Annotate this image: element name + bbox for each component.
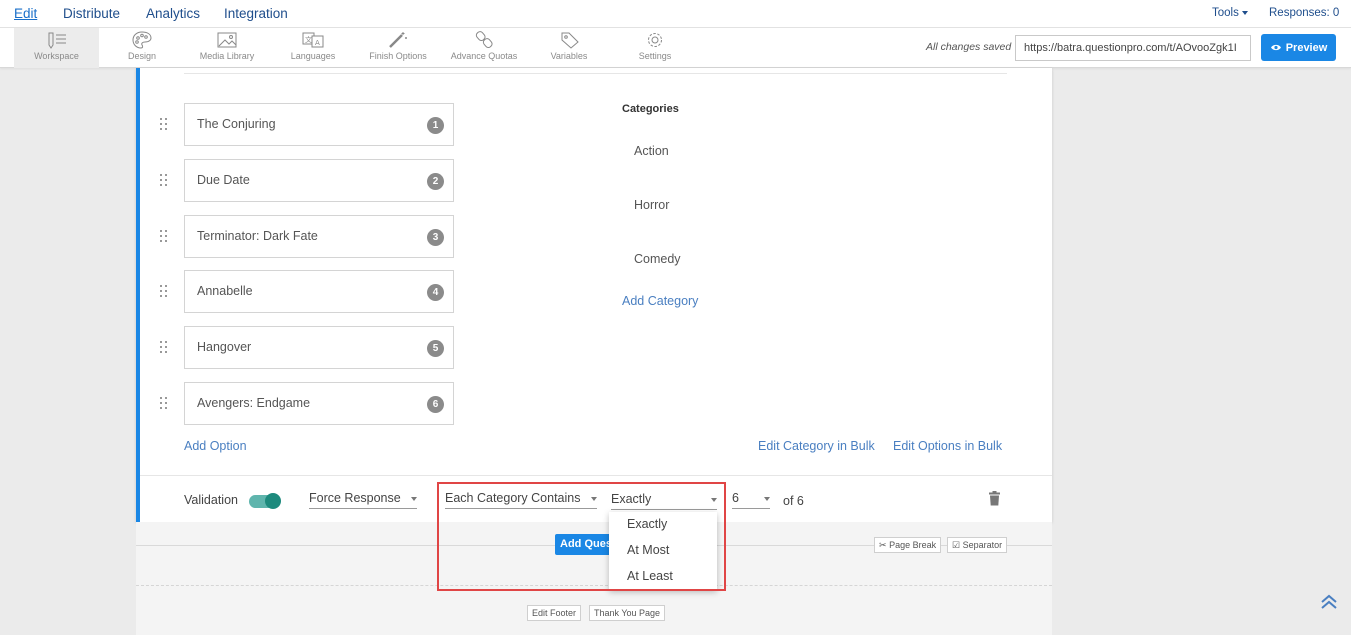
- count-value: 6: [732, 491, 739, 505]
- edit-category-bulk-link[interactable]: Edit Category in Bulk: [758, 439, 875, 453]
- tool-languages[interactable]: 文A Languages: [282, 28, 344, 68]
- responses-count[interactable]: Responses: 0: [1269, 7, 1339, 19]
- svg-text:A: A: [315, 39, 320, 47]
- drag-handle-icon[interactable]: [160, 341, 168, 355]
- categories-title: Categories: [622, 103, 679, 115]
- divider: [184, 73, 1007, 74]
- option-item[interactable]: Avengers: Endgame 6: [184, 382, 454, 425]
- pencil-lines-icon: [48, 32, 66, 49]
- tool-design[interactable]: Design: [112, 28, 172, 68]
- scissors-icon: ✂: [879, 540, 887, 550]
- nav-integration[interactable]: Integration: [224, 6, 288, 21]
- magic-wand-icon: [389, 32, 407, 48]
- tool-languages-label: Languages: [290, 51, 336, 61]
- drag-handle-icon[interactable]: [160, 230, 168, 244]
- validation-label: Validation: [184, 493, 238, 507]
- page-break-button[interactable]: ✂ Page Break: [874, 537, 942, 553]
- highlight-box: [437, 482, 726, 591]
- palette-icon: [132, 31, 152, 49]
- tool-variables[interactable]: Variables: [542, 28, 596, 68]
- option-item[interactable]: Due Date 2: [184, 159, 454, 202]
- preview-label: Preview: [1285, 41, 1328, 54]
- link-chain-icon: [475, 31, 493, 49]
- chevron-down-icon: [1241, 10, 1248, 15]
- tools-menu[interactable]: Tools: [1212, 7, 1248, 19]
- separator-button[interactable]: ☑ Separator: [947, 537, 1008, 553]
- option-label: Avengers: Endgame: [197, 396, 311, 410]
- option-item[interactable]: Annabelle 4: [184, 270, 454, 313]
- nav-edit[interactable]: Edit: [14, 6, 37, 21]
- tool-finish-options-label: Finish Options: [369, 51, 427, 61]
- nav-distribute[interactable]: Distribute: [63, 6, 120, 21]
- page-break-label: Page Break: [889, 540, 937, 550]
- save-status: All changes saved: [926, 41, 1012, 53]
- tool-finish-options[interactable]: Finish Options: [364, 28, 432, 68]
- drag-handle-icon[interactable]: [160, 118, 168, 132]
- option-number-badge: 5: [427, 340, 444, 357]
- separator-label: Separator: [962, 540, 1003, 550]
- double-chevron-up-icon[interactable]: [1320, 594, 1338, 610]
- tool-workspace[interactable]: Workspace: [14, 28, 99, 68]
- gear-icon: [648, 33, 662, 47]
- drag-handle-icon[interactable]: [160, 397, 168, 411]
- option-label: Annabelle: [197, 284, 253, 298]
- option-item[interactable]: Hangover 5: [184, 326, 454, 369]
- chevron-down-icon: [764, 497, 770, 501]
- option-label: Terminator: Dark Fate: [197, 229, 318, 243]
- option-number-badge: 1: [427, 117, 444, 134]
- option-label: Due Date: [197, 173, 250, 187]
- tool-media-library[interactable]: Media Library: [192, 28, 262, 68]
- count-select[interactable]: 6: [732, 491, 770, 509]
- tag-icon: [561, 32, 579, 49]
- category-item[interactable]: Horror: [634, 198, 669, 212]
- drag-handle-icon[interactable]: [160, 174, 168, 188]
- option-number-badge: 6: [427, 396, 444, 413]
- option-number-badge: 3: [427, 229, 444, 246]
- tool-design-label: Design: [127, 51, 156, 61]
- divider: [140, 475, 1052, 476]
- option-number-badge: 2: [427, 173, 444, 190]
- chevron-down-icon: [411, 497, 417, 501]
- tool-advance-quotas[interactable]: Advance Quotas: [447, 28, 521, 68]
- tool-media-library-label: Media Library: [199, 51, 255, 61]
- option-item[interactable]: Terminator: Dark Fate 3: [184, 215, 454, 258]
- svg-text:文: 文: [305, 35, 312, 44]
- add-option-link[interactable]: Add Option: [184, 439, 247, 453]
- tools-label: Tools: [1212, 7, 1239, 19]
- edit-footer-button[interactable]: Edit Footer: [527, 605, 582, 621]
- validation-toggle[interactable]: [249, 493, 281, 509]
- survey-url-field[interactable]: https://batra.questionpro.com/t/AOvooZgk…: [1015, 35, 1251, 61]
- force-response-value: Force Response: [309, 491, 401, 505]
- edit-options-bulk-link[interactable]: Edit Options in Bulk: [893, 439, 1002, 453]
- add-category-link[interactable]: Add Category: [622, 294, 698, 308]
- force-response-select[interactable]: Force Response: [309, 491, 417, 509]
- tool-settings-label: Settings: [638, 51, 672, 61]
- trash-icon[interactable]: [988, 491, 1001, 506]
- of-total-label: of 6: [783, 494, 804, 508]
- tool-settings[interactable]: Settings: [630, 28, 680, 68]
- tool-advance-quotas-label: Advance Quotas: [450, 51, 518, 61]
- image-icon: [217, 32, 237, 48]
- thank-you-page-button[interactable]: Thank You Page: [589, 605, 666, 621]
- preview-button[interactable]: Preview: [1261, 34, 1336, 61]
- category-item[interactable]: Action: [634, 144, 669, 158]
- option-label: Hangover: [197, 340, 252, 354]
- tool-variables-label: Variables: [550, 51, 588, 61]
- category-item[interactable]: Comedy: [634, 252, 681, 266]
- tool-workspace-label: Workspace: [34, 51, 79, 61]
- translate-icon: 文A: [302, 32, 324, 48]
- eye-icon: [1270, 44, 1281, 51]
- option-number-badge: 4: [427, 284, 444, 301]
- drag-handle-icon[interactable]: [160, 285, 168, 299]
- check-square-icon: ☑: [952, 540, 961, 550]
- nav-analytics[interactable]: Analytics: [146, 6, 200, 21]
- option-item[interactable]: The Conjuring 1: [184, 103, 454, 146]
- top-nav: Edit Distribute Analytics Integration To…: [0, 0, 1351, 28]
- option-label: The Conjuring: [197, 117, 276, 131]
